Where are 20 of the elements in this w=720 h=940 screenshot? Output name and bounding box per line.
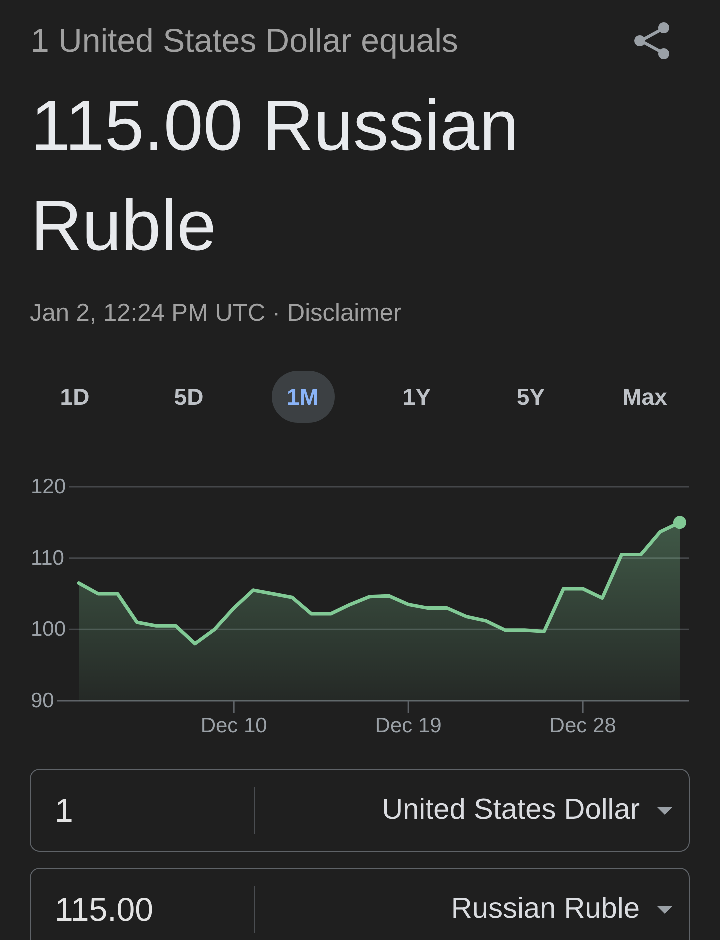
disclaimer-link[interactable]: Disclaimer [287, 300, 402, 327]
range-tab[interactable]: 1Y [386, 371, 448, 423]
y-axis-label: 100 [31, 618, 66, 642]
y-axis-label: 120 [31, 476, 66, 498]
latest-point-marker [674, 516, 686, 530]
converted-amount-heading: 115.00 Russian Ruble [30, 86, 520, 268]
conversion-label: 1 United States Dollar equals [31, 21, 458, 61]
range-tab[interactable]: 1M [272, 371, 334, 423]
range-tab[interactable]: 1D [44, 371, 106, 423]
x-axis-label: Dec 28 [550, 714, 616, 738]
share-button[interactable] [632, 21, 672, 61]
x-axis-label: Dec 19 [375, 714, 442, 738]
timestamp-text: Jan 2, 12:24 PM UTC · Disclaimer [29, 299, 403, 329]
range-tab[interactable]: 5D [158, 371, 220, 423]
share-icon [633, 22, 671, 60]
range-tab[interactable]: 5Y [500, 371, 562, 423]
y-axis-label: 90 [31, 690, 54, 712]
x-axis-label: Dec 10 [200, 714, 268, 738]
range-tab[interactable]: Max [610, 371, 680, 423]
y-axis-label: 110 [31, 546, 64, 570]
